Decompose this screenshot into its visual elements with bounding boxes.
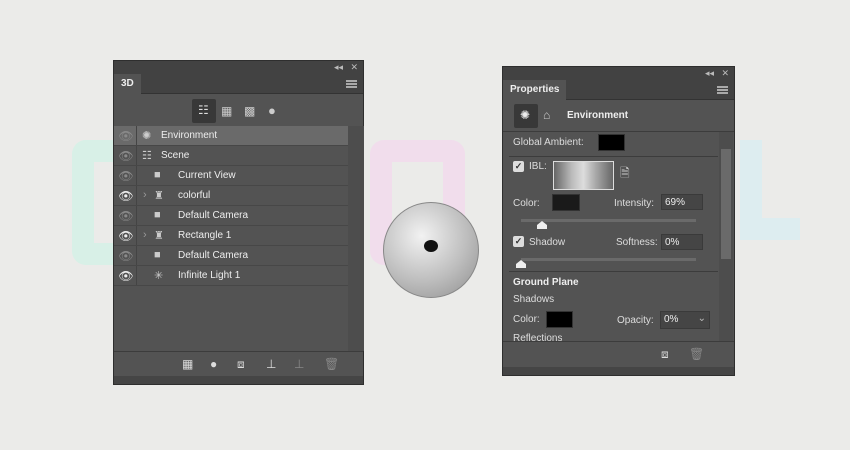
layer-row[interactable]: 👁 ✳ Infinite Light 1 [114,266,348,286]
opacity-dropdown[interactable]: 0% ⌄ [660,311,710,329]
global-ambient-label: Global Ambient: [513,137,584,148]
ibl-file-icon[interactable]: 🗎 [620,164,630,185]
softness-input[interactable]: 0% [661,234,703,250]
shadow-label: Shadow [529,237,566,248]
visibility-eye-icon[interactable]: 👁 [118,169,134,183]
new-mesh-icon[interactable]: ▦ [182,357,193,371]
scrollbar-thumb[interactable] [721,149,731,259]
visibility-eye-icon[interactable]: 👁 [118,249,134,263]
opacity-label: Opacity: [617,315,654,326]
render-icon[interactable]: ⧈ [237,357,245,372]
ibl-checkbox[interactable]: ✓ [513,161,524,172]
tab-properties[interactable]: Properties [503,80,567,101]
chevron-right-icon[interactable]: › [143,189,147,201]
section-title: Environment [567,110,629,121]
visibility-eye-icon[interactable]: 👁 [118,149,134,163]
environment-button[interactable]: ✺ [514,104,538,128]
sphere-center-icon[interactable] [424,240,438,252]
environment-icon: ✺ [142,130,152,142]
layer-row[interactable]: 👁 ✺ Environment [114,126,348,146]
resize-grip[interactable] [503,367,734,375]
reflections-label: Reflections [513,333,563,341]
ibl-thumbnail[interactable] [553,161,614,190]
chevron-down-icon: ⌄ [697,313,706,324]
layer-label: colorful [178,190,211,201]
layer-label: Default Camera [178,250,249,261]
close-icon[interactable]: ✕ [721,68,729,79]
layer-label: Rectangle 1 [178,230,232,241]
new-light-icon[interactable]: ● [210,357,217,371]
mesh-filter-icon[interactable]: ▦ [221,104,232,118]
mesh-icon: ♜ [154,190,164,202]
resize-grip[interactable] [114,376,363,384]
layer-row[interactable]: 👁 ☷ Scene [114,146,348,166]
softness-slider-thumb[interactable] [516,260,526,268]
layer-label: Environment [161,130,218,141]
tab-3d[interactable]: 3D [114,74,141,95]
layer-list: 👁 ✺ Environment 👁 ☷ Scene 👁 ■ Current View… [114,126,348,351]
visibility-eye-icon[interactable]: 👁 [118,229,134,243]
trash-icon[interactable]: 🗑 [324,357,339,371]
layer-label: Current View [178,170,236,181]
coordinates-icon[interactable]: ⌂ [543,108,550,122]
ibl-color-swatch[interactable] [552,194,580,211]
visibility-eye-icon[interactable]: 👁 [118,209,134,223]
layer-label: Scene [161,150,190,161]
intensity-input[interactable]: 69% [661,194,703,210]
mesh-icon: ♜ [154,230,164,242]
visibility-eye-icon[interactable]: 👁 [118,129,134,143]
layer-row[interactable]: 👁 ■ Default Camera [114,246,348,266]
ground-shadow-color-swatch[interactable] [546,311,573,328]
scene-filter-button[interactable]: ☷ [192,99,216,123]
camera-icon: ■ [154,209,161,221]
visibility-eye-icon[interactable]: 👁 [118,189,134,203]
trash-icon[interactable]: 🗑 [689,347,704,361]
collapse-icon[interactable]: ◂◂ [334,62,343,73]
global-ambient-swatch[interactable] [598,134,625,151]
drop-to-ground-icon[interactable]: ⊥ [266,357,276,371]
scrollbar[interactable] [348,126,364,351]
softness-label: Softness: [616,237,658,248]
scrollbar[interactable] [719,132,733,341]
intensity-slider-thumb[interactable] [537,221,547,229]
render-icon[interactable]: ⧈ [661,347,669,362]
drop-light-icon[interactable]: ⊥ [294,357,304,371]
light-filter-icon[interactable]: ● [268,103,276,118]
scene-icon: ☷ [198,103,209,117]
opacity-value: 0% [664,314,679,325]
camera-icon: ■ [154,169,161,181]
layer-row[interactable]: 👁 › ♜ colorful [114,186,348,206]
environment-icon: ✺ [520,108,531,122]
visibility-eye-icon[interactable]: 👁 [118,269,134,283]
ibl-label: IBL: [529,161,547,172]
intensity-slider[interactable] [521,219,696,222]
3d-panel: ◂◂ ✕ 3D ☷ ▦ ▩ ● 👁 ✺ Environment 👁 ☷ Scene 👁… [113,60,364,385]
properties-panel: ◂◂ ✕ Properties ✺ ⌂ Environment Global Am… [502,66,735,376]
close-icon[interactable]: ✕ [350,62,358,73]
shadows-label: Shadows [513,294,555,305]
material-filter-icon[interactable]: ▩ [244,104,255,118]
layer-row[interactable]: 👁 ■ Current View [114,166,348,186]
layer-row[interactable]: 👁 › ♜ Rectangle 1 [114,226,348,246]
camera-icon: ■ [154,249,161,261]
intensity-label: Intensity: [614,198,655,209]
chevron-right-icon[interactable]: › [143,229,147,241]
softness-slider[interactable] [521,258,696,261]
ground-color-label: Color: [513,314,540,325]
layer-row[interactable]: 👁 ■ Default Camera [114,206,348,226]
layer-label: Infinite Light 1 [178,270,241,281]
ground-plane-heading: Ground Plane [513,277,579,288]
light-icon: ✳ [154,270,164,282]
panel-menu-icon[interactable] [717,86,728,94]
color-label: Color: [513,198,540,209]
scene-icon: ☷ [142,150,152,162]
panel-menu-icon[interactable] [346,80,357,88]
background-letter [740,140,800,240]
shadow-checkbox[interactable]: ✓ [513,236,524,247]
collapse-icon[interactable]: ◂◂ [705,68,714,79]
layer-label: Default Camera [178,210,249,221]
